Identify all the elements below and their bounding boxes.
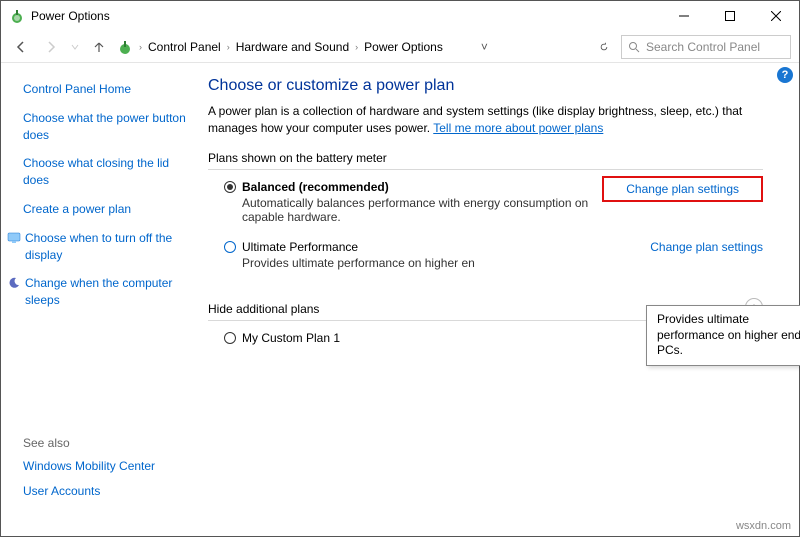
plan-balanced-label: Balanced (recommended) xyxy=(242,180,389,194)
plan-balanced: Balanced (recommended) Automatically bal… xyxy=(208,180,763,230)
search-icon xyxy=(628,41,640,53)
plan-balanced-desc: Automatically balances performance with … xyxy=(242,196,602,224)
radio-balanced[interactable] xyxy=(224,181,236,193)
sidebar-link-turn-off-display[interactable]: Choose when to turn off the display xyxy=(25,230,186,264)
page-title: Choose or customize a power plan xyxy=(208,77,763,95)
section-plans-heading: Plans shown on the battery meter xyxy=(208,151,763,170)
sidebar-link-closing-lid[interactable]: Choose what closing the lid does xyxy=(23,155,186,189)
refresh-button[interactable] xyxy=(593,36,615,58)
moon-icon xyxy=(7,276,21,290)
radio-custom[interactable] xyxy=(224,332,236,344)
address-icon xyxy=(117,39,133,55)
titlebar: Power Options xyxy=(1,1,799,31)
sidebar: Control Panel Home Choose what the power… xyxy=(1,63,196,536)
chevron-right-icon: › xyxy=(139,42,142,52)
breadcrumb-item[interactable]: Power Options xyxy=(362,38,445,56)
control-panel-home-link[interactable]: Control Panel Home xyxy=(23,81,186,98)
plan-custom-label: My Custom Plan 1 xyxy=(242,331,340,345)
back-button[interactable] xyxy=(9,35,33,59)
display-icon xyxy=(7,231,21,245)
main-content: Choose or customize a power plan A power… xyxy=(196,63,799,536)
see-also-label: See also xyxy=(23,436,186,450)
sidebar-link-computer-sleeps[interactable]: Change when the computer sleeps xyxy=(25,275,186,309)
up-button[interactable] xyxy=(87,35,111,59)
watermark: wsxdn.com xyxy=(736,520,791,532)
sidebar-link-create-plan[interactable]: Create a power plan xyxy=(23,201,186,218)
close-button[interactable] xyxy=(753,1,799,31)
change-plan-settings-balanced[interactable]: Change plan settings xyxy=(602,176,763,202)
navbar: › Control Panel › Hardware and Sound › P… xyxy=(1,31,799,63)
chevron-right-icon: › xyxy=(355,42,358,52)
tooltip: Provides ultimate performance on higher … xyxy=(646,305,800,366)
search-input[interactable]: Search Control Panel xyxy=(621,35,791,59)
breadcrumb-item[interactable]: Control Panel xyxy=(146,38,223,56)
forward-button[interactable] xyxy=(39,35,63,59)
change-plan-settings-ultimate[interactable]: Change plan settings xyxy=(650,240,763,254)
minimize-button[interactable] xyxy=(661,1,707,31)
chevron-right-icon: › xyxy=(227,42,230,52)
chevron-down-icon[interactable]: ˅ xyxy=(481,40,488,54)
see-also-user-accounts[interactable]: User Accounts xyxy=(23,483,186,500)
sidebar-link-power-button[interactable]: Choose what the power button does xyxy=(23,110,186,144)
plan-ultimate: Ultimate Performance Provides ultimate p… xyxy=(208,240,763,276)
see-also-mobility-center[interactable]: Windows Mobility Center xyxy=(23,458,186,475)
recent-dropdown[interactable] xyxy=(69,35,81,59)
section-additional-label: Hide additional plans xyxy=(208,302,319,316)
radio-ultimate[interactable] xyxy=(224,241,236,253)
plan-ultimate-desc: Provides ultimate performance on higher … xyxy=(242,256,650,270)
search-placeholder: Search Control Panel xyxy=(646,40,760,54)
breadcrumb[interactable]: › Control Panel › Hardware and Sound › P… xyxy=(139,38,587,56)
window-title: Power Options xyxy=(31,9,110,23)
power-options-icon xyxy=(9,8,25,24)
window-controls xyxy=(661,1,799,31)
plan-ultimate-label: Ultimate Performance xyxy=(242,240,358,254)
breadcrumb-item[interactable]: Hardware and Sound xyxy=(234,38,351,56)
see-also: See also Windows Mobility Center User Ac… xyxy=(23,436,186,508)
tell-me-more-link[interactable]: Tell me more about power plans xyxy=(433,121,603,135)
maximize-button[interactable] xyxy=(707,1,753,31)
intro-text: A power plan is a collection of hardware… xyxy=(208,103,763,137)
